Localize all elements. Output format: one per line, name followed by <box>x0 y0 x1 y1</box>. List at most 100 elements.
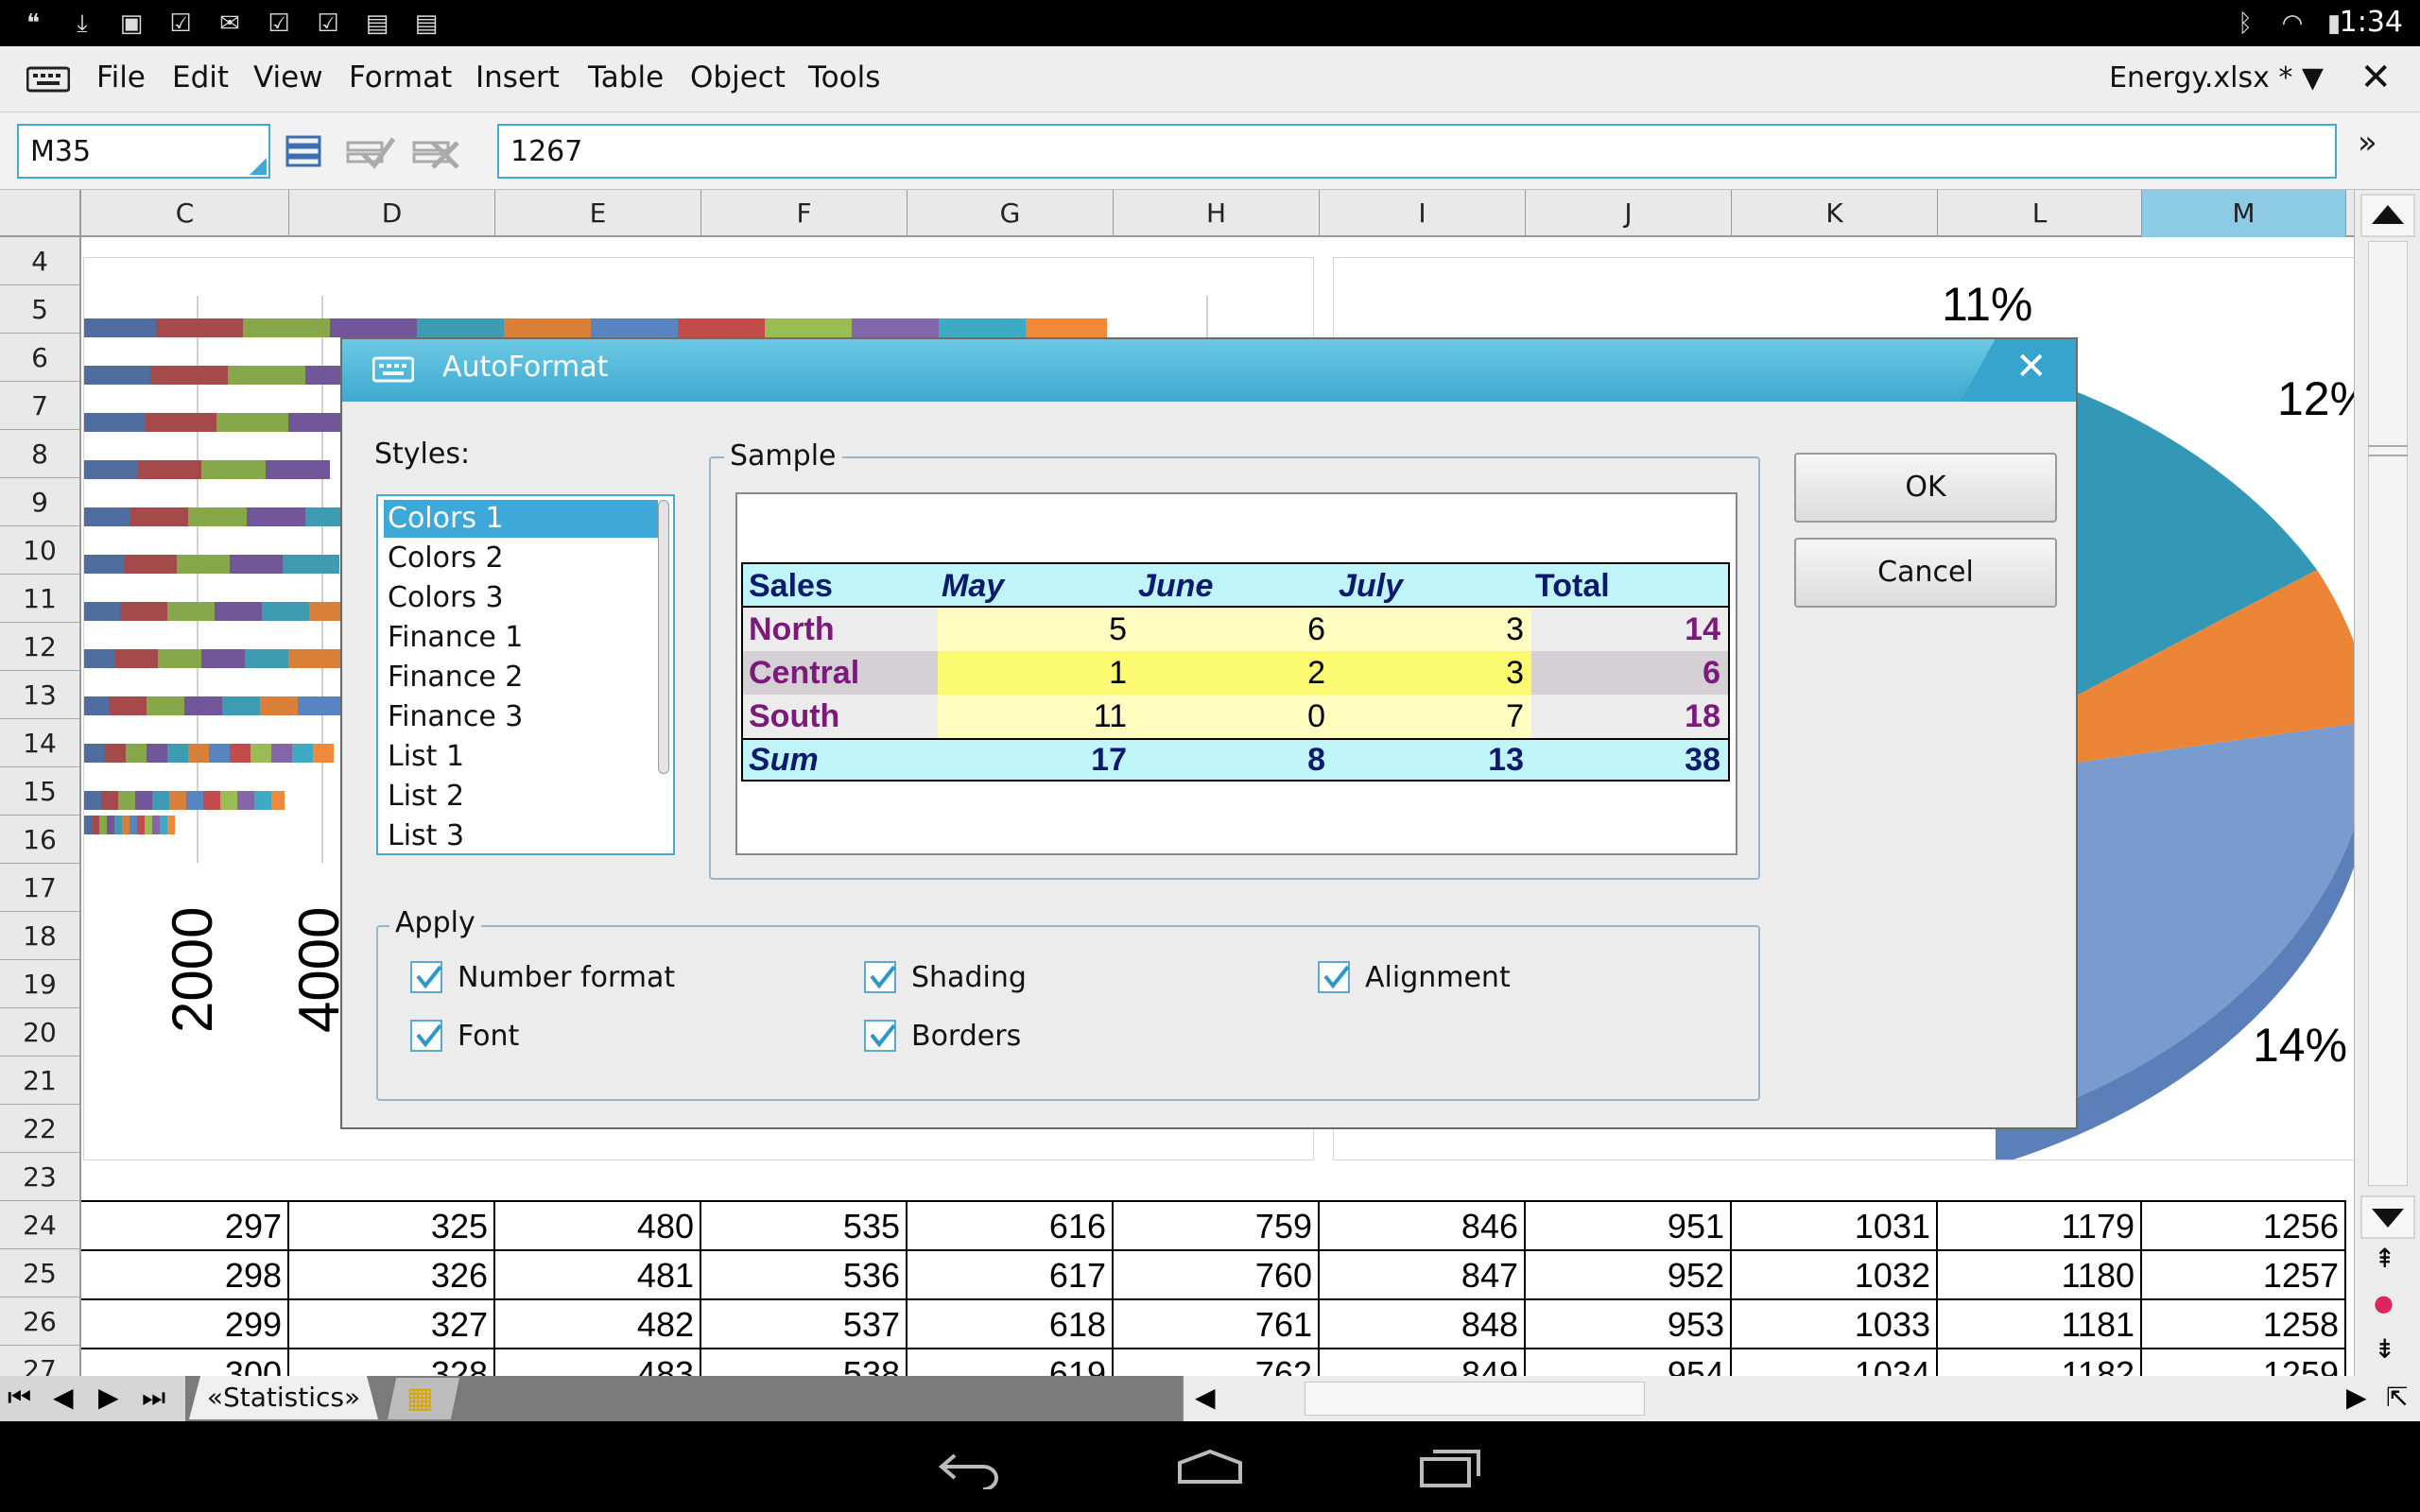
grid-cell[interactable]: 325 <box>289 1202 495 1251</box>
grid-cell[interactable]: 618 <box>908 1300 1114 1349</box>
keyboard-icon[interactable] <box>26 65 70 94</box>
row-header[interactable]: 5 <box>0 285 79 334</box>
grid-cell[interactable]: 298 <box>81 1251 289 1300</box>
column-header-j[interactable]: J <box>1526 190 1732 237</box>
style-option[interactable]: Colors 3 <box>384 579 658 617</box>
grid-cell[interactable]: 954 <box>1526 1349 1732 1376</box>
row-header[interactable]: 6 <box>0 334 79 382</box>
grid-cell[interactable]: 299 <box>81 1300 289 1349</box>
menu-insert[interactable]: Insert <box>475 60 560 94</box>
grid-cell[interactable]: 537 <box>701 1300 908 1349</box>
row-header[interactable]: 20 <box>0 1008 79 1057</box>
row-header[interactable]: 15 <box>0 767 79 816</box>
column-header-g[interactable]: G <box>908 190 1114 237</box>
page-down-icon[interactable]: ⇟ <box>2374 1333 2395 1365</box>
page-up-icon[interactable]: ⇞ <box>2374 1243 2395 1274</box>
style-option[interactable]: List 3 <box>384 817 658 853</box>
column-header-k[interactable]: K <box>1732 190 1938 237</box>
split-icon[interactable]: ⇱ <box>2386 1382 2408 1413</box>
row-header[interactable]: 9 <box>0 478 79 526</box>
scroll-track[interactable] <box>2368 241 2408 1186</box>
grid-cell[interactable]: 326 <box>289 1251 495 1300</box>
column-header-d[interactable]: D <box>289 190 495 237</box>
row-header[interactable]: 12 <box>0 623 79 671</box>
grid-cell[interactable]: 759 <box>1114 1202 1320 1251</box>
grid-cell[interactable]: 1034 <box>1732 1349 1938 1376</box>
scroll-right-icon[interactable]: ▶ <box>2346 1382 2367 1413</box>
row-header[interactable]: 16 <box>0 816 79 864</box>
grid-cell[interactable]: 951 <box>1526 1202 1732 1251</box>
recent-apps-icon[interactable] <box>1418 1444 1484 1489</box>
grid-cell[interactable]: 481 <box>495 1251 701 1300</box>
sheet-tab-statistics[interactable]: «Statistics» <box>189 1376 378 1419</box>
document-title-dropdown[interactable]: Energy.xlsx * ▼ <box>2109 61 2324 94</box>
shading-checkbox[interactable] <box>864 961 896 993</box>
scroll-grip[interactable] <box>2368 445 2408 456</box>
style-option[interactable]: List 1 <box>384 738 658 776</box>
grid-cell[interactable]: 297 <box>81 1202 289 1251</box>
styles-list[interactable]: Colors 1 Colors 2 Colors 3 Finance 1 Fin… <box>376 494 675 855</box>
style-option[interactable]: Colors 1 <box>384 500 658 538</box>
grid-cell[interactable]: 847 <box>1320 1251 1526 1300</box>
row-header[interactable]: 14 <box>0 719 79 767</box>
row-header[interactable]: 18 <box>0 912 79 960</box>
home-icon[interactable] <box>1176 1448 1244 1486</box>
alignment-label[interactable]: Alignment <box>1365 961 1511 994</box>
grid-cell[interactable]: 616 <box>908 1202 1114 1251</box>
cancel-edit-icon[interactable] <box>412 133 461 171</box>
expand-formula-icon[interactable]: » <box>2358 124 2377 162</box>
next-sheet-icon[interactable]: ▶ <box>98 1382 119 1413</box>
accept-icon[interactable] <box>346 133 395 171</box>
menu-tools[interactable]: Tools <box>808 60 880 94</box>
row-header[interactable]: 8 <box>0 430 79 478</box>
column-header-h[interactable]: H <box>1114 190 1320 237</box>
alignment-checkbox[interactable] <box>1318 961 1350 993</box>
grid-cell[interactable]: 1032 <box>1732 1251 1938 1300</box>
cell-reference-box[interactable]: M35 <box>17 124 270 179</box>
grid-cell[interactable]: 846 <box>1320 1202 1526 1251</box>
first-sheet-icon[interactable]: ⏮ <box>8 1382 31 1414</box>
column-header-c[interactable]: C <box>81 190 289 237</box>
style-option[interactable]: Finance 2 <box>384 659 658 696</box>
style-option[interactable]: List 2 <box>384 778 658 816</box>
dialog-titlebar[interactable]: AutoFormat ✕ <box>342 339 2076 402</box>
grid-cell[interactable]: 1258 <box>2142 1300 2346 1349</box>
row-header[interactable]: 23 <box>0 1153 79 1201</box>
grid-cell[interactable]: 952 <box>1526 1251 1732 1300</box>
row-header[interactable]: 21 <box>0 1057 79 1105</box>
grid-cell[interactable]: 762 <box>1114 1349 1320 1376</box>
row-header[interactable]: 4 <box>0 237 79 285</box>
horizontal-scroll-thumb[interactable] <box>1305 1382 1645 1416</box>
horizontal-scrollbar[interactable]: ◀ ▶ ⇱ <box>1182 1376 2420 1421</box>
grid-cell[interactable]: 1181 <box>1938 1300 2142 1349</box>
grid-cell[interactable]: 327 <box>289 1300 495 1349</box>
vertical-scrollbar[interactable]: ⇞ ● ⇟ <box>2354 190 2420 1376</box>
ok-button[interactable]: OK <box>1794 453 2057 523</box>
grid-cell[interactable]: 1180 <box>1938 1251 2142 1300</box>
grid-cell[interactable]: 535 <box>701 1202 908 1251</box>
grid-cell[interactable]: 1256 <box>2142 1202 2346 1251</box>
column-header-m[interactable]: M <box>2142 190 2346 237</box>
shading-label[interactable]: Shading <box>911 961 1027 994</box>
grid-cell[interactable]: 760 <box>1114 1251 1320 1300</box>
grid-cell[interactable]: 483 <box>495 1349 701 1376</box>
corner-cell[interactable] <box>0 190 81 237</box>
column-header-e[interactable]: E <box>495 190 701 237</box>
row-header[interactable]: 26 <box>0 1297 79 1346</box>
style-option[interactable]: Finance 1 <box>384 619 658 657</box>
dialog-close-button[interactable]: ✕ <box>1961 339 2076 402</box>
menu-view[interactable]: View <box>253 60 323 94</box>
row-header[interactable]: 7 <box>0 382 79 430</box>
style-option[interactable]: Finance 3 <box>384 698 658 736</box>
cancel-button[interactable]: Cancel <box>1794 538 2057 608</box>
grid-cell[interactable]: 536 <box>701 1251 908 1300</box>
grid-cell[interactable]: 1259 <box>2142 1349 2346 1376</box>
row-header[interactable]: 11 <box>0 575 79 623</box>
number-format-checkbox[interactable] <box>410 961 442 993</box>
menu-table[interactable]: Table <box>588 60 664 94</box>
grid-cell[interactable]: 328 <box>289 1349 495 1376</box>
grid-cell[interactable]: 617 <box>908 1251 1114 1300</box>
grid-cell[interactable]: 619 <box>908 1349 1114 1376</box>
font-label[interactable]: Font <box>458 1020 519 1053</box>
grid-cell[interactable]: 761 <box>1114 1300 1320 1349</box>
